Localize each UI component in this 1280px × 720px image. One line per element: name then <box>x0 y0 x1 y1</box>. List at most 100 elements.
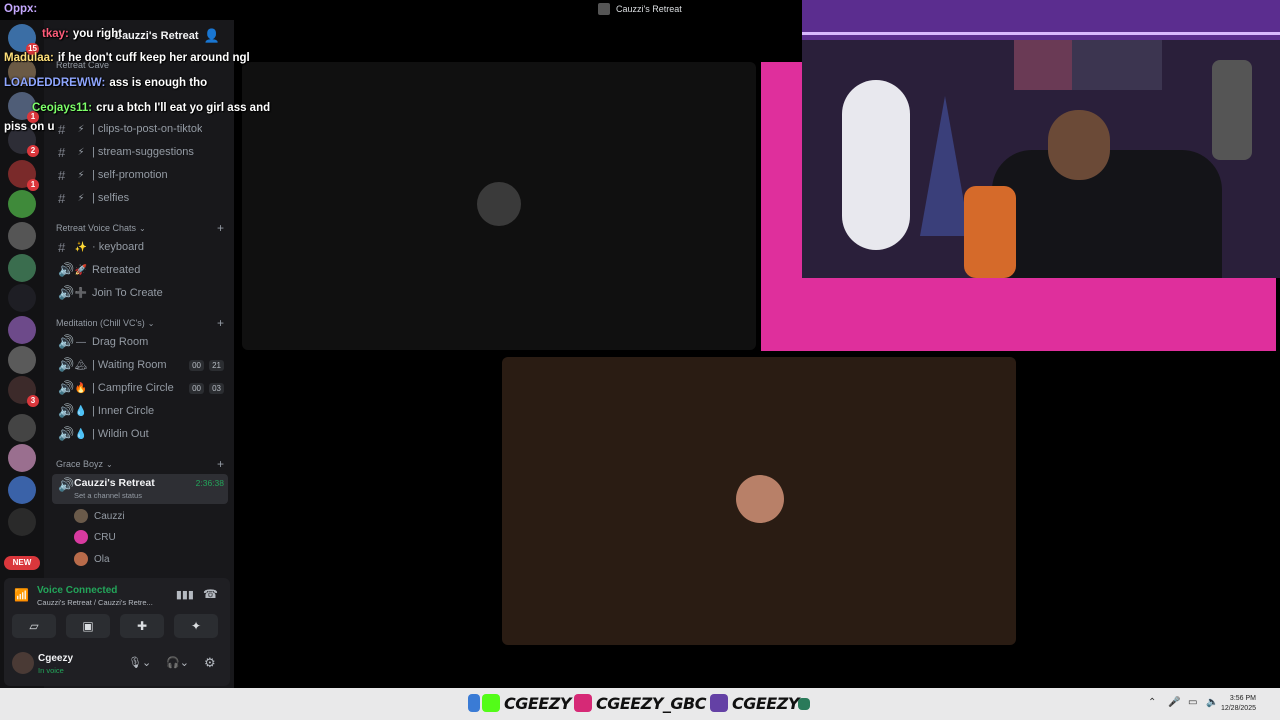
guild-icon[interactable] <box>8 284 36 312</box>
server-name[interactable]: Cauzzi's Retreat <box>114 30 199 42</box>
chat-username: Ceojays11: <box>32 102 93 114</box>
gear-icon[interactable]: ⚙ <box>204 655 216 671</box>
voice-channel[interactable]: 🔊 💧 | Wildin Out <box>52 424 228 444</box>
channel-emoji-icon: 🏔 <box>74 359 88 371</box>
category-grace[interactable]: Grace Boyz ⌄ + <box>56 457 230 471</box>
active-voice-channel[interactable]: 🔊 Cauzzi's Retreat Set a channel status … <box>52 474 228 504</box>
noise-suppression-icon[interactable]: ▮▮▮ <box>176 588 194 601</box>
chat-message: LOADEDDREW\W: ass is enough tho <box>4 77 207 89</box>
guild-icon[interactable] <box>8 190 36 218</box>
guild-icon[interactable]: 15 <box>8 24 39 55</box>
channel-emoji-icon: 💧 <box>74 405 88 417</box>
screen-share-icon[interactable]: ▣ <box>66 614 110 638</box>
voice-channel[interactable]: 🔊 🏔 | Waiting Room 00 21 <box>52 355 228 375</box>
guild-icon[interactable] <box>8 254 36 282</box>
speaker-icon: 🔊 <box>58 262 75 277</box>
chat-text: ass is enough tho <box>109 77 208 89</box>
app-icon[interactable] <box>798 698 810 710</box>
clock[interactable]: 3:56 PM 12/28/2025 <box>1221 694 1256 714</box>
guild-icon[interactable]: 1 <box>8 160 39 191</box>
microphone-icon[interactable]: 🎙⌄ <box>128 656 151 669</box>
avatar <box>74 509 88 523</box>
participant-tile[interactable] <box>502 357 1016 645</box>
user-count: 00 <box>189 382 204 394</box>
category-meditation[interactable]: Meditation (Chill VC's) ⌄ + <box>56 316 230 330</box>
chat-text: cru a btch I'll eat yo girl ass and <box>96 102 271 114</box>
disconnect-icon[interactable]: ☎ <box>203 587 218 601</box>
text-channel[interactable]: # ⚡ | selfies <box>52 188 228 208</box>
network-icon[interactable]: ▭ <box>1188 697 1197 708</box>
voice-status[interactable]: Voice Connected <box>37 585 117 596</box>
guild-icon[interactable] <box>8 476 36 504</box>
guild-icon[interactable] <box>8 316 36 344</box>
window-title: Cauzzi's Retreat <box>598 2 682 16</box>
guild-badge: 1 <box>27 179 39 191</box>
chat-username: LOADEDDREW\W: <box>4 77 106 89</box>
hash-icon: # <box>58 239 66 255</box>
guild-icon[interactable] <box>8 414 36 442</box>
voice-location[interactable]: Cauzzi's Retreat / Cauzzi's Retre... <box>37 598 153 607</box>
snowman-decoration <box>842 80 910 250</box>
text-channel[interactable]: # ⚡ | self-promotion <box>52 165 228 185</box>
chevron-down-icon: ⌄ <box>147 318 155 328</box>
channel-label: | stream-suggestions <box>92 146 194 158</box>
tray-chevron-icon[interactable]: ⌃ <box>1148 697 1156 708</box>
guild-icon[interactable] <box>8 222 36 250</box>
chat-text: you right <box>72 28 123 40</box>
voice-channel[interactable]: 🔊 ➕ Join To Create <box>52 283 228 303</box>
led-strip <box>802 32 1280 35</box>
voice-channel[interactable]: 🔊 🔥 | Campfire Circle 00 03 <box>52 378 228 398</box>
plus-icon[interactable]: + <box>217 221 224 235</box>
avatar[interactable] <box>12 652 34 674</box>
voice-user-name: Ola <box>94 553 110 565</box>
speaker-icon: 🔊 <box>58 403 75 418</box>
channel-label: Drag Room <box>92 336 149 348</box>
voice-user[interactable]: CRU <box>74 528 116 546</box>
participant-tile[interactable] <box>242 62 756 350</box>
plus-icon[interactable]: + <box>217 316 224 330</box>
voice-user[interactable]: Ola <box>74 550 110 568</box>
guild-icon[interactable]: 3 <box>8 376 39 407</box>
voice-channel[interactable]: 🔊 — Drag Room <box>52 332 228 352</box>
category-voice[interactable]: Retreat Voice Chats ⌄ + <box>56 221 230 235</box>
windows-start-icon[interactable] <box>468 694 480 712</box>
server-icon <box>598 3 610 15</box>
channel-emoji-icon: ✨ <box>74 241 88 253</box>
text-channel[interactable]: # ⚡ | clips-to-post-on-tiktok <box>52 119 228 139</box>
chevron-down-icon: ⌄ <box>106 459 113 469</box>
headphones-icon[interactable]: 🎧⌄ <box>166 656 189 669</box>
plus-icon[interactable]: + <box>217 457 224 471</box>
streamer-head <box>1048 110 1110 180</box>
activities-icon[interactable]: ✚ <box>120 614 164 638</box>
soundboard-icon[interactable]: ✦ <box>174 614 218 638</box>
chat-message: Ceojays11: cru a btch I'll eat yo girl as… <box>32 102 270 114</box>
channel-emoji-icon: ⚡ <box>77 123 85 135</box>
twitch-logo-icon <box>710 694 728 712</box>
volume-icon[interactable]: 🔈 <box>1206 697 1218 708</box>
guild-icon[interactable] <box>8 346 36 374</box>
channel-label: Retreated <box>92 264 141 276</box>
taskbar: CGEEZY CGEEZY_GBC CGEEZY ⌃ 🎤 ▭ 🔈 3:56 PM… <box>0 688 1280 720</box>
channel-status[interactable]: Set a channel status <box>74 491 155 500</box>
guild-icon[interactable] <box>8 508 36 536</box>
window-title-text: Cauzzi's Retreat <box>616 4 682 14</box>
camera-off-icon[interactable]: ▱ <box>12 614 56 638</box>
user-name[interactable]: Cgeezy <box>38 653 73 664</box>
clock-date: 12/28/2025 <box>1220 705 1256 712</box>
guild-icon[interactable] <box>8 444 36 472</box>
voice-channel[interactable]: 🔊 💧 | Inner Circle <box>52 401 228 421</box>
avatar <box>74 530 88 544</box>
guild-badge: 2 <box>27 145 39 157</box>
chat-username: Madulaa: <box>4 52 54 64</box>
phone <box>964 186 1016 278</box>
voice-user[interactable]: Cauzzi <box>74 507 125 525</box>
signal-icon[interactable]: 📶 <box>14 588 29 602</box>
channel-label: | clips-to-post-on-tiktok <box>92 123 203 135</box>
add-user-icon[interactable]: 👤 <box>204 28 220 44</box>
text-channel[interactable]: # ✨ · keyboard <box>52 237 228 257</box>
speaker-icon: 🔊 <box>58 426 75 441</box>
channel-label: | Wildin Out <box>92 428 149 440</box>
voice-channel[interactable]: 🔊 🚀 Retreated <box>52 260 228 280</box>
text-channel[interactable]: # ⚡ | stream-suggestions <box>52 142 228 162</box>
microphone-icon[interactable]: 🎤 <box>1168 697 1180 708</box>
